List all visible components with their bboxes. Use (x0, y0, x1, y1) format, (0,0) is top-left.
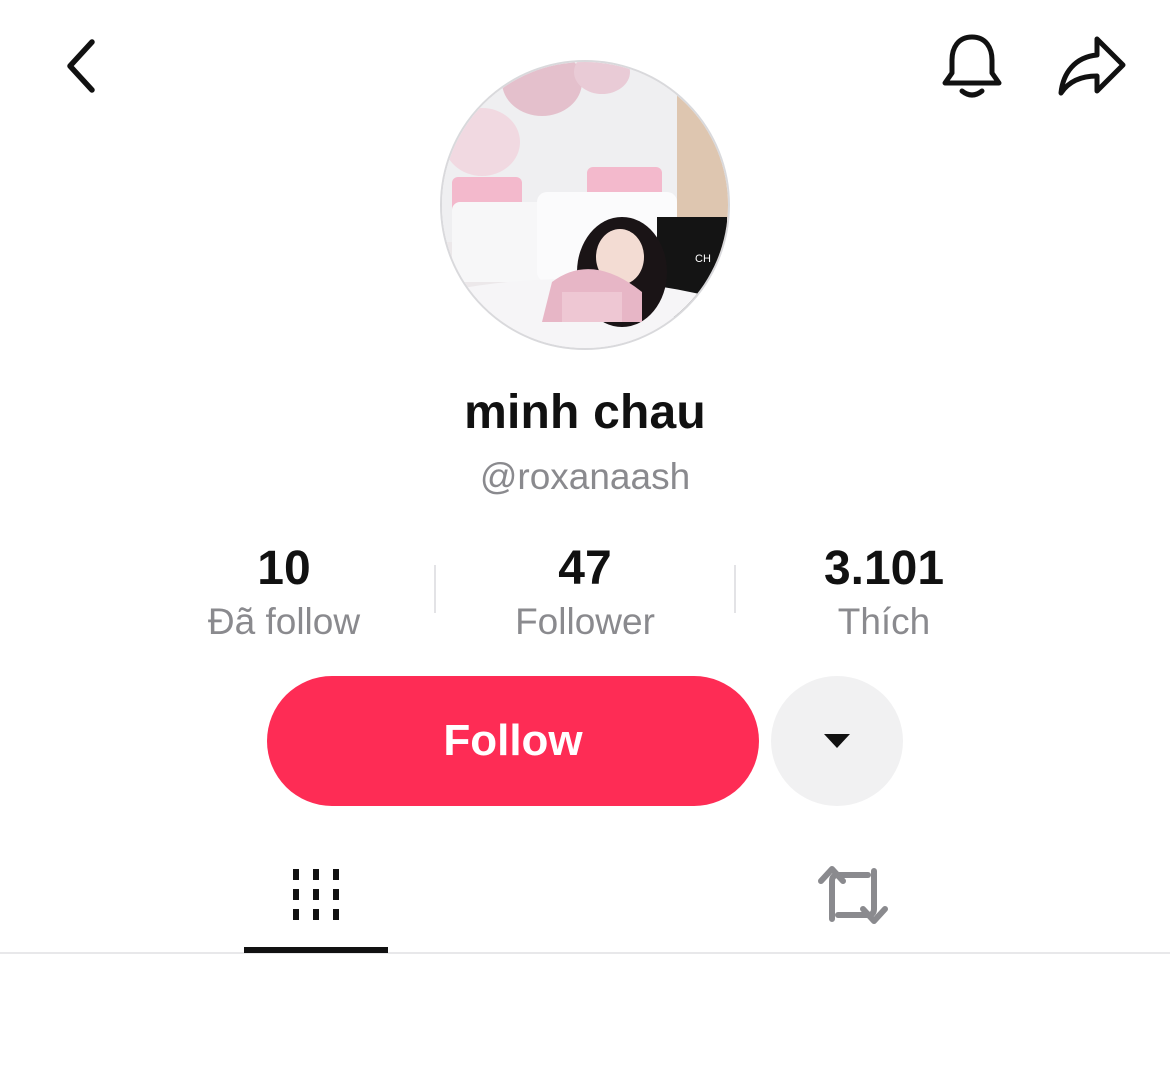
follow-button[interactable]: Follow (267, 676, 759, 806)
active-tab-indicator (244, 947, 388, 953)
notification-bell-button[interactable] (935, 28, 1009, 104)
tab-bar-divider (0, 952, 1170, 954)
likes-stat[interactable]: 3.101 Thích (734, 540, 1034, 646)
username-handle: @roxanaash (479, 456, 691, 497)
tab-reposts[interactable] (780, 855, 926, 953)
followers-stat[interactable]: 47 Follower (435, 540, 735, 646)
repost-icon (818, 866, 888, 924)
following-count: 10 (257, 542, 311, 595)
display-name: minh chau (464, 386, 706, 439)
following-stat[interactable]: 10 Đã follow (134, 540, 434, 646)
likes-label: Thích (837, 601, 931, 642)
back-button[interactable] (50, 34, 110, 98)
chevron-left-icon (67, 39, 95, 93)
followers-count: 47 (558, 542, 612, 595)
likes-count: 3.101 (823, 542, 945, 595)
avatar-photo: CH (442, 62, 728, 348)
share-button[interactable] (1052, 28, 1132, 104)
tab-videos[interactable] (244, 855, 388, 953)
profile-avatar[interactable]: CH (440, 60, 730, 350)
videos-grid-icon (293, 869, 339, 920)
following-label: Đã follow (207, 601, 361, 642)
bell-icon (942, 34, 1002, 98)
suggested-accounts-button[interactable] (771, 676, 903, 806)
caret-down-icon (824, 734, 850, 748)
avatar-bag-text: CH (695, 253, 711, 265)
followers-label: Follower (515, 601, 655, 642)
share-arrow-icon (1058, 36, 1126, 96)
